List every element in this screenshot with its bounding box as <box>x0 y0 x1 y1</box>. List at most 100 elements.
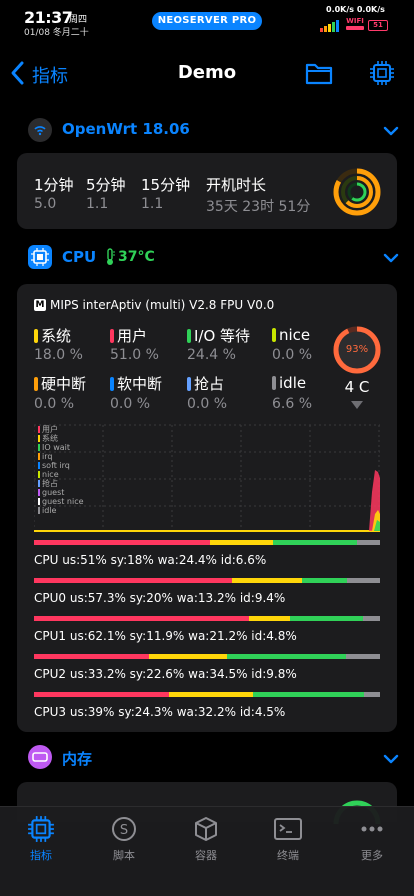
cpu-usage-text: CPU us:51% sy:18% wa:24.4% id:6.6% <box>34 553 267 567</box>
memory-icon <box>28 745 52 769</box>
cpu-bar-segment-us <box>34 578 233 583</box>
script-icon: S <box>112 817 136 841</box>
load-15m-value: 1.1 <box>141 196 164 212</box>
legend-label: IO wait <box>42 443 71 452</box>
stat-label: 硬中断 <box>41 375 87 393</box>
cpu-bar-segment-sy <box>148 654 227 659</box>
wifi-indicator: WIFI <box>346 18 364 30</box>
cpu-bar-segment-wa <box>226 654 347 659</box>
wifi-icon <box>28 118 52 142</box>
tab-label: 更多 <box>361 849 383 862</box>
svg-text:S: S <box>120 823 128 838</box>
tab-terminal[interactable]: 终端 <box>253 815 323 863</box>
signal-bars-icon <box>320 20 339 32</box>
legend-swatch <box>38 498 40 505</box>
memory-title[interactable]: 内存 <box>62 748 92 769</box>
cpu-usage-bar <box>34 578 380 583</box>
stat-steal: 抢占 <box>187 373 224 394</box>
stat-softirq: 软中断 <box>110 373 162 394</box>
legend-label: 用户 <box>42 425 58 434</box>
stat-color-bar <box>187 377 191 391</box>
stat-label: 用户 <box>117 327 148 345</box>
load-1m-value: 5.0 <box>34 196 57 212</box>
chevron-down-icon[interactable] <box>383 753 399 765</box>
cpu-usage-bar <box>34 540 380 545</box>
cpu-temp: 37°C <box>118 249 155 265</box>
stat-color-bar <box>272 328 276 342</box>
chevron-down-icon[interactable] <box>383 125 399 137</box>
legend-label: guest <box>42 488 65 497</box>
tab-containers[interactable]: 容器 <box>171 815 241 863</box>
stat-color-bar <box>34 329 38 343</box>
legend-item: irq <box>38 452 84 461</box>
cpu-model: MIPS interAptiv (multi) V2.8 FPU V0.0 <box>50 298 275 312</box>
legend-swatch <box>38 453 40 460</box>
stat-value: 6.6 % <box>272 396 313 412</box>
cpu-usage-text: CPU0 us:57.3% sy:20% wa:13.2% id:9.4% <box>34 591 286 605</box>
more-icon <box>361 826 383 832</box>
expand-triangle-icon[interactable] <box>350 400 364 410</box>
cpu-usage-bar <box>34 616 380 621</box>
legend-item: 用户 <box>38 425 84 434</box>
cpu-bar-segment-wa <box>290 616 364 621</box>
cpu-title[interactable]: CPU <box>62 248 96 266</box>
load-rings-icon <box>333 168 381 216</box>
stat-color-bar <box>272 376 276 390</box>
wifi-label: WIFI <box>346 17 364 25</box>
tab-metrics[interactable]: 指标 <box>6 815 76 863</box>
legend-item: guest nice <box>38 497 84 506</box>
cpu-bar-segment-us <box>34 616 249 621</box>
legend-swatch <box>38 435 40 442</box>
cpu-usage-text: CPU1 us:62.1% sy:11.9% wa:21.2% id:4.8% <box>34 629 297 643</box>
cpu-bar-segment-sy <box>210 540 273 545</box>
uptime-value: 35天 23时 51分 <box>206 199 311 215</box>
stat-label: 软中断 <box>117 375 163 393</box>
legend-item: guest <box>38 488 84 497</box>
net-speed: 0.0K/s 0.0K/s <box>326 5 385 14</box>
legend-swatch <box>38 507 40 514</box>
stat-iowait: I/O 等待 <box>187 325 250 346</box>
legend-label: guest nice <box>42 497 84 506</box>
legend-item: 系统 <box>38 434 84 443</box>
chevron-down-icon[interactable] <box>383 252 399 264</box>
cpu-chip-icon <box>28 245 52 269</box>
chip-icon <box>28 816 54 842</box>
cpu-bar-segment-sy <box>248 616 291 621</box>
cpu-bar-segment-wa <box>272 540 358 545</box>
cpu-bar-segment-wa <box>301 578 348 583</box>
stat-idle: idle <box>272 373 306 392</box>
chip-icon[interactable] <box>369 60 395 86</box>
stat-user: 用户 <box>110 325 147 346</box>
stat-label: nice <box>279 326 311 344</box>
battery-icon: 51 <box>368 20 388 31</box>
legend-item: idle <box>38 506 84 515</box>
cpu-bar-segment-id <box>346 654 380 659</box>
tab-label: 容器 <box>195 849 217 862</box>
legend-label: nice <box>42 470 59 479</box>
cpu-history-chart <box>34 424 380 532</box>
tab-more[interactable]: 更多 <box>337 815 407 863</box>
folder-icon[interactable] <box>305 61 333 85</box>
stat-label: 抢占 <box>194 375 225 393</box>
status-date: 01/08 冬月二十 <box>24 28 89 38</box>
legend-item: nice <box>38 470 84 479</box>
legend-label: 系统 <box>42 434 58 443</box>
cpu-bar-segment-us <box>34 654 149 659</box>
cpu-bar-segment-id <box>363 616 380 621</box>
cpu-bar-segment-id <box>364 692 380 697</box>
cores-count: 4 C <box>344 378 370 396</box>
legend-swatch <box>38 444 40 451</box>
tab-scripts[interactable]: S 脚本 <box>89 815 159 863</box>
stat-value: 0.0 % <box>187 396 228 412</box>
openwrt-title[interactable]: OpenWrt 18.06 <box>62 120 190 138</box>
app-pill[interactable]: NEOSERVER PRO <box>152 12 262 30</box>
stat-system: 系统 <box>34 325 71 346</box>
stat-label: I/O 等待 <box>194 327 251 345</box>
legend-swatch <box>38 462 40 469</box>
stat-value: 0.0 % <box>110 396 151 412</box>
load-1m-label: 1分钟 <box>34 176 74 194</box>
stat-nice: nice <box>272 325 310 344</box>
cpu-bar-segment-us <box>34 540 211 545</box>
legend-item: soft irq <box>38 461 84 470</box>
legend-item: IO wait <box>38 443 84 452</box>
